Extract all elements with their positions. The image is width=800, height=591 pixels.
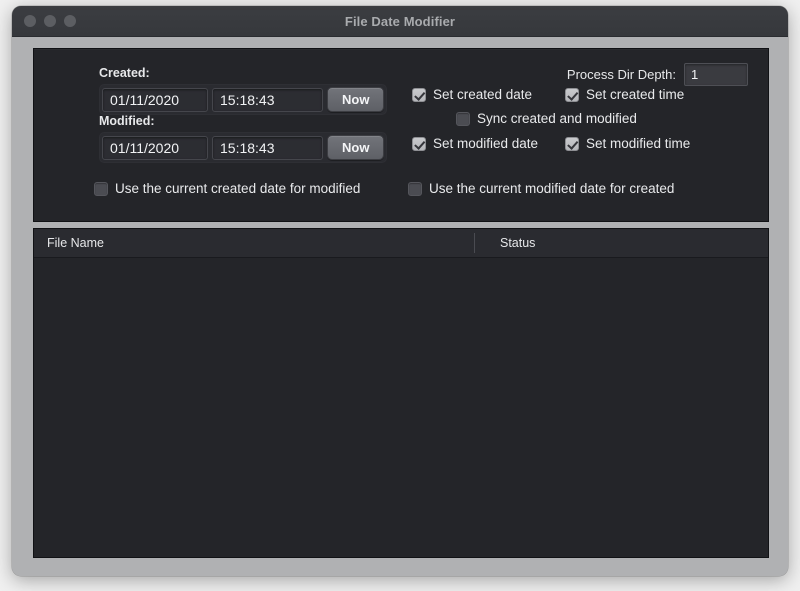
column-header-status[interactable]: Status: [487, 236, 535, 250]
files-table-body[interactable]: [34, 258, 768, 556]
checkbox-set-created-time[interactable]: Set created time: [565, 87, 684, 102]
checkbox-label: Set modified date: [433, 136, 538, 151]
files-table-header: File Name Status: [34, 229, 768, 258]
modified-field-row: Now: [99, 132, 387, 163]
process-dir-depth-label: Process Dir Depth:: [567, 67, 676, 82]
close-button-icon[interactable]: [24, 15, 36, 27]
created-time-input[interactable]: [212, 88, 323, 112]
screen: File Date Modifier Created: Now Modified…: [0, 0, 800, 591]
column-divider[interactable]: [474, 233, 475, 253]
files-panel: File Name Status: [33, 228, 769, 558]
checkbox-label: Sync created and modified: [477, 111, 637, 126]
empty-checkbox-icon: [94, 182, 108, 196]
empty-checkbox-icon: [456, 112, 470, 126]
modified-time-input[interactable]: [212, 136, 323, 160]
checkbox-set-created-date[interactable]: Set created date: [412, 87, 532, 102]
process-dir-depth-row: Process Dir Depth:: [567, 63, 748, 86]
checkbox-label: Set created date: [433, 87, 532, 102]
created-date-group: Created: Now: [99, 66, 387, 115]
checkmark-icon: [412, 137, 426, 151]
checkbox-label: Set modified time: [586, 136, 690, 151]
checkbox-sync-created-modified[interactable]: Sync created and modified: [456, 111, 637, 126]
checkbox-use-current-created-for-modified[interactable]: Use the current created date for modifie…: [94, 181, 360, 196]
minimize-button-icon[interactable]: [44, 15, 56, 27]
modified-date-group: Modified: Now: [99, 114, 387, 163]
checkmark-icon: [565, 88, 579, 102]
created-field-row: Now: [99, 84, 387, 115]
modified-now-button[interactable]: Now: [327, 135, 384, 160]
checkbox-set-modified-time[interactable]: Set modified time: [565, 136, 690, 151]
checkbox-use-current-modified-for-created[interactable]: Use the current modified date for create…: [408, 181, 674, 196]
checkmark-icon: [412, 88, 426, 102]
checkbox-label: Use the current created date for modifie…: [115, 181, 360, 196]
window-titlebar[interactable]: File Date Modifier: [12, 6, 788, 37]
column-header-file-name[interactable]: File Name: [34, 236, 487, 250]
checkbox-label: Use the current modified date for create…: [429, 181, 674, 196]
zoom-button-icon[interactable]: [64, 15, 76, 27]
modified-date-input[interactable]: [102, 136, 208, 160]
window-title: File Date Modifier: [12, 14, 788, 29]
created-label: Created:: [99, 66, 387, 80]
window-controls: [24, 6, 76, 36]
created-date-input[interactable]: [102, 88, 208, 112]
app-window: File Date Modifier Created: Now Modified…: [12, 6, 788, 576]
process-dir-depth-input[interactable]: [684, 63, 748, 86]
created-now-button[interactable]: Now: [327, 87, 384, 112]
modified-label: Modified:: [99, 114, 387, 128]
checkmark-icon: [565, 137, 579, 151]
checkbox-label: Set created time: [586, 87, 684, 102]
window-body: Created: Now Modified: Now: [12, 37, 788, 576]
empty-checkbox-icon: [408, 182, 422, 196]
checkbox-set-modified-date[interactable]: Set modified date: [412, 136, 538, 151]
options-panel: Created: Now Modified: Now: [33, 48, 769, 222]
